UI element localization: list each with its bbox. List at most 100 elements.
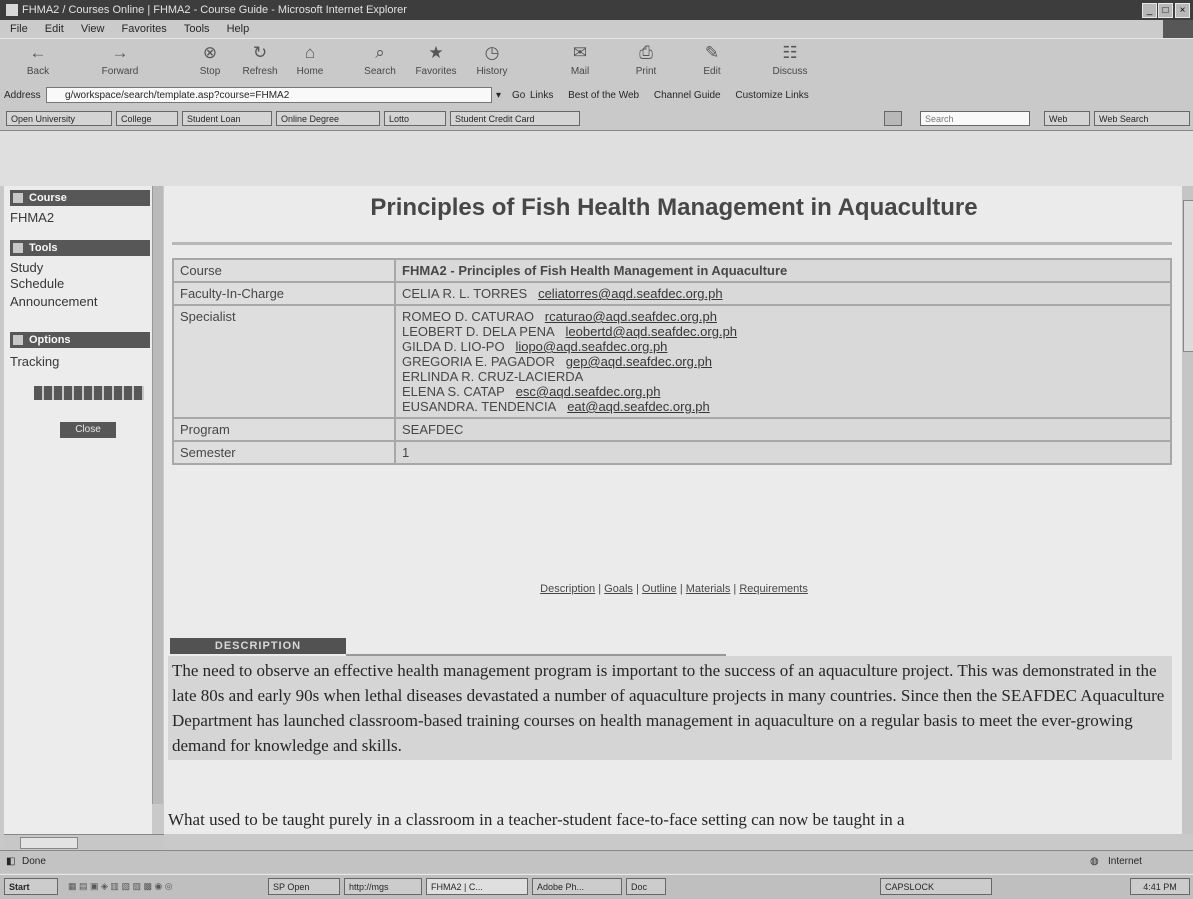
history-button[interactable]: ◷ History <box>468 43 516 77</box>
home-button[interactable]: ⌂ Home <box>286 43 334 77</box>
link-open-university[interactable]: Open University <box>6 111 112 126</box>
task-sp-open[interactable]: SP Open <box>268 878 340 895</box>
status-text: Done <box>22 856 46 867</box>
address-input[interactable]: g/workspace/search/template.asp?course=F… <box>46 87 492 103</box>
links-search-input[interactable]: Search <box>920 111 1030 126</box>
sidebar-item-announcement[interactable]: Announcement <box>10 294 97 309</box>
specialist-item: ELENA S. CATAP esc@aqd.seafdec.org.ph <box>402 384 661 399</box>
forward-button[interactable]: → Forward <box>96 43 144 77</box>
sidebar-horizontal-scrollbar[interactable] <box>4 834 164 849</box>
maximize-button[interactable]: □ <box>1158 3 1173 18</box>
go-button[interactable]: Go <box>512 84 525 108</box>
page-title: Principles of Fish Health Management in … <box>370 194 978 221</box>
page-icon: ◧ <box>6 856 16 867</box>
title-divider <box>172 242 1172 245</box>
web-button[interactable]: Web <box>1044 111 1090 126</box>
table-row: Faculty-In-Charge CELIA R. L. TORRES cel… <box>172 281 1172 306</box>
sidebar-scrollbar[interactable] <box>152 186 163 804</box>
specialist-email-link[interactable]: leobertd@aqd.seafdec.org.ph <box>566 324 737 339</box>
globe-icon: ◍ <box>1090 856 1099 867</box>
menu-file[interactable]: File <box>10 23 28 35</box>
specialist-email-link[interactable]: esc@aqd.seafdec.org.ph <box>516 384 661 399</box>
menu-bar: File Edit View Favorites Tools Help <box>0 20 1193 56</box>
discuss-button[interactable]: ☷ Discuss <box>766 43 814 77</box>
specialist-email-link[interactable]: gep@aqd.seafdec.org.ph <box>566 354 712 369</box>
menu-favorites[interactable]: Favorites <box>122 23 167 35</box>
task-fhma2[interactable]: FHMA2 | C... <box>426 878 528 895</box>
specialist-item: EUSANDRA. TENDENCIA eat@aqd.seafdec.org.… <box>402 399 710 414</box>
quick-launch-icons[interactable]: ▦ ▤ ▣ ◈ ▥ ▧ ▨ ▩ ◉ ◎ <box>64 878 264 895</box>
course-value: FHMA2 - Principles of Fish Health Manage… <box>394 258 1172 283</box>
link-outline[interactable]: Outline <box>642 583 677 595</box>
task-doc[interactable]: Doc <box>626 878 666 895</box>
hscroll-thumb[interactable] <box>20 837 78 849</box>
refresh-button[interactable]: ↻ Refresh <box>236 43 284 77</box>
ie-icon <box>6 4 18 16</box>
specialist-email-link[interactable]: rcaturao@aqd.seafdec.org.ph <box>545 309 717 324</box>
print-icon: ⎙ <box>639 43 653 62</box>
sidebar-item-schedule[interactable]: Schedule <box>10 276 64 291</box>
link-student-loan[interactable]: Student Loan <box>182 111 272 126</box>
row-key: Specialist <box>172 304 396 419</box>
tools-header: Tools <box>10 240 150 256</box>
minimize-button[interactable]: _ <box>1142 3 1157 18</box>
link-best-of-web[interactable]: Best of the Web <box>568 90 639 101</box>
close-button[interactable]: Close <box>60 422 116 438</box>
search-option-icon[interactable] <box>884 111 902 126</box>
task-adobe[interactable]: Adobe Ph... <box>532 878 622 895</box>
edit-button[interactable]: ✎ Edit <box>688 43 736 77</box>
menu-edit[interactable]: Edit <box>45 23 64 35</box>
tray-capslock: CAPSLOCK <box>880 878 992 895</box>
semester-value: 1 <box>394 440 1172 465</box>
link-channel-guide[interactable]: Channel Guide <box>654 90 721 101</box>
specialist-email-link[interactable]: liopo@aqd.seafdec.org.ph <box>515 339 667 354</box>
main-content: Principles of Fish Health Management in … <box>164 186 1184 834</box>
mail-icon: ✉ <box>572 43 588 62</box>
specialist-item: GREGORIA E. PAGADOR gep@aqd.seafdec.org.… <box>402 354 712 369</box>
scroll-thumb[interactable] <box>1183 200 1193 352</box>
sidebar-item-study[interactable]: Study <box>10 260 43 275</box>
link-lotto[interactable]: Lotto <box>384 111 446 126</box>
menu-view[interactable]: View <box>81 23 105 35</box>
link-customize-links[interactable]: Customize Links <box>735 90 808 101</box>
edit-icon: ✎ <box>704 43 720 62</box>
address-dropdown-icon[interactable]: ▾ <box>496 84 501 108</box>
search-button[interactable]: ⌕ Search <box>356 43 404 77</box>
faculty-name: CELIA R. L. TORRES <box>402 286 528 301</box>
menu-help[interactable]: Help <box>227 23 250 35</box>
favorites-button[interactable]: ★ Favorites <box>412 43 460 77</box>
link-description[interactable]: Description <box>540 583 595 595</box>
specialist-item: ERLINDA R. CRUZ-LACIERDA <box>402 369 584 384</box>
window-title-bar: FHMA2 / Courses Online | FHMA2 - Course … <box>0 0 1193 20</box>
back-button[interactable]: ← Back <box>14 43 62 77</box>
link-requirements[interactable]: Requirements <box>739 583 807 595</box>
course-sidebar: Course FHMA2 Tools Study Schedule Announ… <box>4 186 152 834</box>
description-text-2: What used to be taught purely in a class… <box>168 810 905 829</box>
menu-tools[interactable]: Tools <box>184 23 210 35</box>
row-key: Faculty-In-Charge <box>172 281 396 306</box>
link-college[interactable]: College <box>116 111 178 126</box>
specialist-item: LEOBERT D. DELA PENA leobertd@aqd.seafde… <box>402 324 738 339</box>
mail-button[interactable]: ✉ Mail <box>556 43 604 77</box>
sidebar-item-tracking[interactable]: Tracking <box>10 354 59 369</box>
table-row: Semester 1 <box>172 440 1172 465</box>
web-search-button[interactable]: Web Search <box>1094 111 1190 126</box>
link-goals[interactable]: Goals <box>604 583 633 595</box>
task-http[interactable]: http://mgs <box>344 878 422 895</box>
vertical-scrollbar[interactable] <box>1182 186 1193 834</box>
program-value: SEAFDEC <box>394 417 1172 442</box>
link-online-degree[interactable]: Online Degree <box>276 111 380 126</box>
link-materials[interactable]: Materials <box>686 583 731 595</box>
standard-toolbar: ← Back → Forward ⊗ Stop ↻ Refresh ⌂ Home ⌕ Sea… <box>0 38 1193 86</box>
faculty-email-link[interactable]: celiatorres@aqd.seafdec.org.ph <box>538 286 722 301</box>
stop-icon: ⊗ <box>202 43 218 62</box>
search-icon: ⌕ <box>375 43 385 62</box>
link-student-credit-card[interactable]: Student Credit Card <box>450 111 580 126</box>
status-bar: ◧ Done Internet ◍ <box>0 850 1193 873</box>
close-window-button[interactable]: × <box>1175 3 1190 18</box>
print-button[interactable]: ⎙ Print <box>622 43 670 77</box>
stop-button[interactable]: ⊗ Stop <box>186 43 234 77</box>
home-icon: ⌂ <box>304 43 316 62</box>
start-button[interactable]: Start <box>4 878 58 895</box>
specialist-email-link[interactable]: eat@aqd.seafdec.org.ph <box>567 399 710 414</box>
